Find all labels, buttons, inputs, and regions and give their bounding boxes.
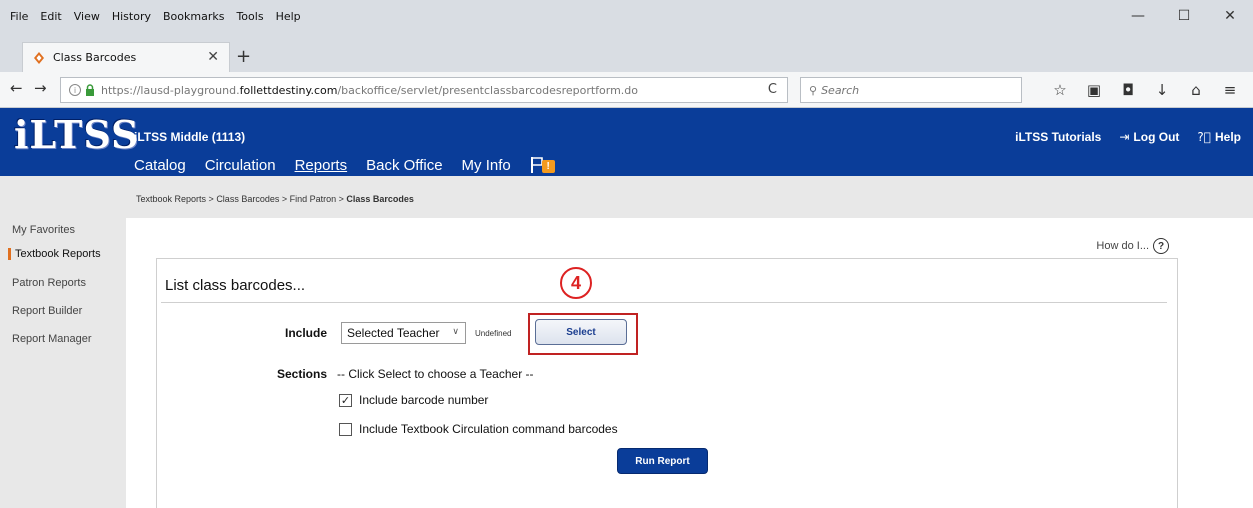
back-button[interactable]: ← (10, 79, 23, 97)
close-window-button[interactable]: ✕ (1207, 0, 1253, 32)
chevron-down-icon: ∨ (452, 327, 459, 337)
forward-button[interactable]: → (34, 79, 47, 97)
nav-my-info[interactable]: My Info (462, 157, 511, 174)
sidebar-item-textbook-reports[interactable]: Textbook Reports (8, 248, 101, 260)
report-panel: List class barcodes... 4 Include Selecte… (156, 258, 1178, 508)
search-bar[interactable]: ⚲ (800, 77, 1022, 103)
sections-hint: -- Click Select to choose a Teacher -- (337, 367, 534, 381)
menu-tools[interactable]: Tools (236, 10, 263, 23)
tab-bar: Class Barcodes ✕ + (0, 32, 1253, 72)
help-link[interactable]: ?⃝ Help (1197, 130, 1241, 144)
url-bar[interactable]: i https://lausd-playground.follettdestin… (60, 77, 788, 103)
menu-bar: File Edit View History Bookmarks Tools H… (0, 0, 1253, 32)
include-select[interactable]: Selected Teacher ∨ (341, 322, 466, 344)
home-icon[interactable]: ⌂ (1179, 81, 1213, 99)
window-controls: — ☐ ✕ (1115, 0, 1253, 32)
minimize-button[interactable]: — (1115, 0, 1161, 32)
nav-catalog[interactable]: Catalog (134, 157, 186, 174)
sidebar-item-my-favorites[interactable]: My Favorites (12, 224, 75, 236)
browser-toolbar: ☆ ▣ ◘ ↓ ⌂ ≡ (1043, 72, 1247, 108)
logout-icon: ⇥ (1119, 130, 1130, 144)
info-icon[interactable]: i (69, 84, 81, 96)
url-text: https://lausd-playground.follettdestiny.… (101, 83, 639, 97)
run-report-button[interactable]: Run Report (617, 448, 708, 474)
menu-history[interactable]: History (112, 10, 151, 23)
sidebar-item-report-manager[interactable]: Report Manager (12, 333, 92, 345)
tutorials-link[interactable]: iLTSS Tutorials (1015, 130, 1101, 144)
crumb-class-barcodes[interactable]: Class Barcodes (216, 194, 279, 204)
close-icon[interactable]: ✕ (207, 49, 219, 65)
main-content: How do I... ? List class barcodes... 4 I… (126, 218, 1253, 508)
menu-help[interactable]: Help (276, 10, 301, 23)
menu-edit[interactable]: Edit (40, 10, 61, 23)
bookmark-star-icon[interactable]: ☆ (1043, 81, 1077, 99)
site-name: iLTSS Middle (1113) (134, 130, 246, 144)
search-icon: ⚲ (809, 83, 818, 97)
menu-file[interactable]: File (10, 10, 28, 23)
menu-view[interactable]: View (74, 10, 100, 23)
sidebar-item-patron-reports[interactable]: Patron Reports (12, 277, 86, 289)
crumb-find-patron[interactable]: Find Patron (290, 194, 337, 204)
crumb-textbook-reports[interactable]: Textbook Reports (136, 194, 206, 204)
search-input[interactable] (821, 83, 1002, 97)
step-number-badge: 4 (560, 267, 592, 299)
nav-circulation[interactable]: Circulation (205, 157, 276, 174)
teacher-status-text: Undefined (475, 329, 512, 338)
sections-label: Sections (276, 367, 327, 381)
menu-bookmarks[interactable]: Bookmarks (163, 10, 224, 23)
breadcrumb: Textbook Reports > Class Barcodes > Find… (136, 194, 414, 204)
include-circulation-checkbox[interactable] (339, 422, 352, 436)
site-logo[interactable]: iLTSS (14, 112, 139, 157)
favicon-icon (34, 51, 44, 64)
breadcrumb-bar: Textbook Reports > Class Barcodes > Find… (0, 176, 1253, 218)
tab-title: Class Barcodes (53, 51, 137, 64)
nav-reports[interactable]: Reports (295, 157, 348, 174)
navigation-bar: ← → i https://lausd-playground.follettde… (0, 72, 1253, 108)
include-circulation-option[interactable]: Include Textbook Circulation command bar… (339, 422, 618, 436)
library-icon[interactable]: ▣ (1077, 81, 1111, 99)
logout-link[interactable]: ⇥ Log Out (1119, 130, 1179, 144)
include-barcode-option[interactable]: ✓ Include barcode number (339, 393, 488, 407)
tab-class-barcodes[interactable]: Class Barcodes ✕ (22, 42, 230, 72)
nav-back-office[interactable]: Back Office (366, 157, 442, 174)
flag-icon[interactable]: ! (530, 156, 560, 174)
select-teacher-button[interactable]: Select (535, 319, 627, 345)
divider (161, 302, 1167, 303)
crumb-current: Class Barcodes (346, 194, 414, 204)
question-mark-icon: ? (1153, 238, 1169, 254)
app-header: iLTSS iLTSS Middle (1113) Catalog Circul… (0, 108, 1253, 176)
lock-icon (86, 84, 94, 96)
help-icon: ?⃝ (1197, 130, 1211, 144)
include-label: Include (284, 326, 327, 340)
pocket-icon[interactable]: ◘ (1111, 81, 1145, 99)
maximize-button[interactable]: ☐ (1161, 0, 1207, 32)
new-tab-button[interactable]: + (236, 46, 251, 67)
hamburger-menu-icon[interactable]: ≡ (1213, 81, 1247, 99)
panel-title: List class barcodes... (165, 277, 306, 294)
header-links: iLTSS Tutorials ⇥ Log Out ?⃝ Help (997, 130, 1241, 144)
reload-icon[interactable]: C (768, 82, 777, 97)
sidebar-item-report-builder[interactable]: Report Builder (12, 305, 82, 317)
how-do-i-link[interactable]: How do I... ? (1096, 238, 1169, 254)
include-barcode-checkbox[interactable]: ✓ (339, 393, 352, 407)
flag-alert-badge: ! (541, 160, 555, 173)
main-navigation: Catalog Circulation Reports Back Office … (134, 156, 560, 174)
sidebar: My Favorites Textbook Reports Patron Rep… (0, 218, 126, 508)
download-icon[interactable]: ↓ (1145, 81, 1179, 99)
